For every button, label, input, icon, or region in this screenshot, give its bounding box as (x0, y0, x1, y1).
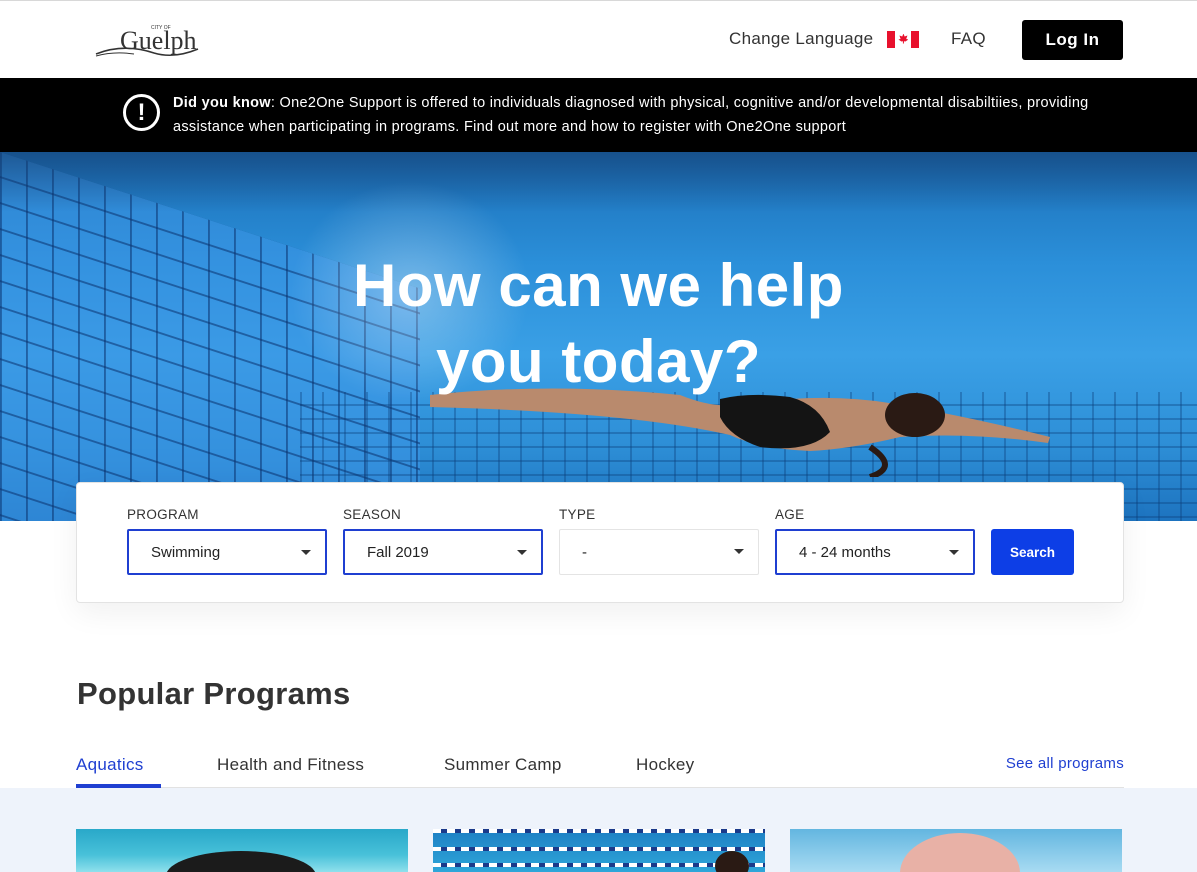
chevron-down-icon (301, 550, 311, 555)
chevron-down-icon (949, 550, 959, 555)
hero-banner: How can we help you today? (0, 152, 1197, 521)
season-select-value: Fall 2019 (367, 543, 429, 561)
guelph-logo-graphic: CITY OF Guelph (95, 25, 199, 57)
type-select-value: - (582, 543, 587, 561)
notice-banner: ! Did you know: One2One Support is offer… (0, 78, 1197, 152)
age-label: AGE (775, 507, 805, 522)
canada-flag-icon (887, 30, 920, 48)
log-in-button[interactable]: Log In (1022, 20, 1123, 60)
program-select-value: Swimming (151, 543, 221, 561)
hero-heading: How can we help you today? (0, 248, 1197, 400)
swimmer-head-image (166, 851, 316, 872)
chevron-down-icon (517, 550, 527, 555)
see-all-programs-link[interactable]: See all programs (1006, 755, 1124, 772)
program-card-image[interactable] (76, 829, 408, 872)
program-search-card: PROGRAM Swimming SEASON Fall 2019 TYPE -… (76, 482, 1124, 603)
hero-heading-line1: How can we help (353, 252, 844, 319)
season-label: SEASON (343, 507, 402, 522)
notice-text: Did you know: One2One Support is offered… (173, 91, 1093, 139)
notice-label: Did you know (173, 95, 271, 111)
lane-rope (433, 829, 765, 833)
notice-body[interactable]: : One2One Support is offered to individu… (173, 95, 1089, 135)
logo-text: Guelph (120, 26, 197, 55)
age-field: AGE 4 - 24 months (775, 507, 975, 575)
chevron-down-icon (734, 549, 744, 554)
exclamation-circle-icon: ! (123, 94, 160, 131)
hero-heading-line2: you today? (435, 328, 761, 395)
change-language-link[interactable]: Change Language (729, 29, 920, 49)
search-button[interactable]: Search (991, 529, 1074, 575)
age-select-value: 4 - 24 months (799, 543, 891, 561)
water-surface (0, 152, 1197, 212)
city-of-guelph-logo[interactable]: CITY OF Guelph (94, 21, 204, 61)
lane-rope (433, 847, 765, 851)
program-label: PROGRAM (127, 507, 199, 522)
swimmer-head-image (715, 851, 749, 872)
type-field: TYPE - (559, 507, 759, 575)
season-field: SEASON Fall 2019 (343, 507, 543, 575)
faq-link[interactable]: FAQ (951, 29, 986, 49)
popular-programs-title: Popular Programs (77, 676, 351, 711)
swim-cap-image (900, 833, 1020, 872)
tab-summer-camp[interactable]: Summer Camp (444, 755, 562, 775)
program-card-image[interactable] (433, 829, 765, 872)
type-label: TYPE (559, 507, 596, 522)
tab-health-and-fitness[interactable]: Health and Fitness (217, 755, 364, 775)
tab-aquatics[interactable]: Aquatics (76, 755, 144, 775)
program-card-image[interactable] (790, 829, 1122, 872)
type-select[interactable]: - (559, 529, 759, 575)
tab-hockey[interactable]: Hockey (636, 755, 695, 775)
program-category-tabs: Aquatics Health and Fitness Summer Camp … (76, 750, 1124, 788)
season-select[interactable]: Fall 2019 (343, 529, 543, 575)
age-select[interactable]: 4 - 24 months (775, 529, 975, 575)
program-field: PROGRAM Swimming (127, 507, 327, 575)
site-header: CITY OF Guelph Change Language FAQ Log I… (0, 0, 1197, 78)
program-select[interactable]: Swimming (127, 529, 327, 575)
change-language-label: Change Language (729, 29, 874, 48)
